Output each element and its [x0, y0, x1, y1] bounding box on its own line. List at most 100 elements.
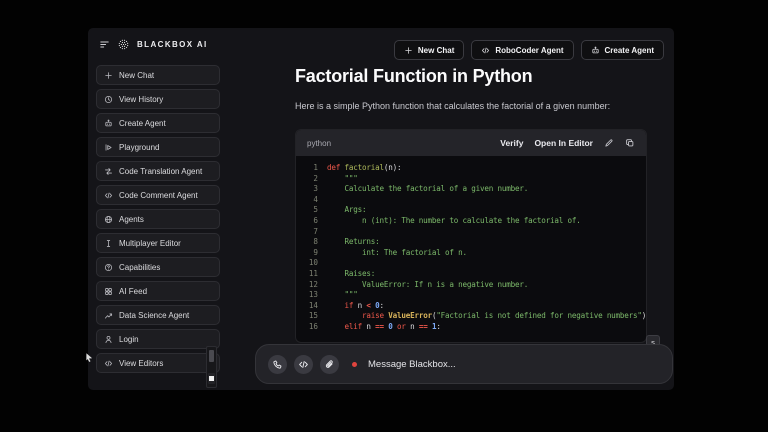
play-icon — [104, 143, 113, 152]
code-line: 11 Raises: — [296, 269, 646, 280]
message-placeholder: Message Blackbox... — [368, 359, 456, 370]
code-line: 4 — [296, 195, 646, 206]
code-line: 13 """ — [296, 290, 646, 301]
edit-icon[interactable] — [604, 138, 614, 148]
code-button[interactable] — [294, 355, 313, 374]
sidebar-item-label: Create Agent — [119, 119, 166, 128]
sidebar-item-label: Multiplayer Editor — [119, 239, 181, 248]
composer-buttons — [268, 355, 339, 374]
line-number: 8 — [296, 237, 327, 248]
sidebar-item-label: Agents — [119, 215, 144, 224]
code-line: 15 raise ValueError("Factorial is not de… — [296, 311, 646, 322]
mouse-cursor-icon — [84, 351, 95, 364]
paperclip-button[interactable] — [320, 355, 339, 374]
scrollbar-down-button[interactable] — [208, 373, 215, 384]
sidebar-item-create-agent[interactable]: Create Agent — [96, 113, 220, 133]
plus-icon — [404, 46, 413, 55]
sidebar-item-label: Capabilities — [119, 263, 160, 272]
screenshot-stage: BLACKBOX AI New Chat View History Create A… — [0, 0, 768, 432]
main-content: New Chat RoboCoder Agent Create Agent Fact… — [226, 28, 674, 390]
code-line: 1def factorial(n): — [296, 163, 646, 174]
sidebar-item-label: View History — [119, 95, 163, 104]
agent-icon — [591, 46, 600, 55]
line-number: 12 — [296, 280, 327, 291]
brand-name: BLACKBOX AI — [137, 40, 208, 49]
line-number: 10 — [296, 258, 327, 269]
line-number: 6 — [296, 216, 327, 227]
create-agent-button[interactable]: Create Agent — [581, 40, 665, 60]
copy-icon[interactable] — [625, 138, 635, 148]
code-block-header: python Verify Open In Editor — [296, 130, 646, 156]
ibeam-icon — [104, 239, 113, 248]
code-line: 3 Calculate the factorial of a given num… — [296, 184, 646, 195]
code-language-label: python — [307, 139, 331, 148]
topbar: New Chat RoboCoder Agent Create Agent — [394, 40, 664, 60]
sidebar-item-new-chat[interactable]: New Chat — [96, 65, 220, 85]
page-title: Factorial Function in Python — [295, 66, 532, 87]
sidebar-item-view-editors[interactable]: View Editors — [96, 353, 220, 373]
code-line: 12 ValueError: If n is a negative number… — [296, 280, 646, 291]
code-line: 8 Returns: — [296, 237, 646, 248]
code-body: 1def factorial(n):2 """3 Calculate the f… — [296, 156, 646, 342]
message-input[interactable]: Message Blackbox... — [255, 344, 673, 384]
sidebar-item-view-history[interactable]: View History — [96, 89, 220, 109]
code-line: 9 int: The factorial of n. — [296, 248, 646, 259]
code-icon — [298, 359, 309, 370]
sidebar-item-label: Data Science Agent — [119, 311, 189, 320]
app-window: BLACKBOX AI New Chat View History Create A… — [88, 28, 674, 390]
line-number: 3 — [296, 184, 327, 195]
sidebar: BLACKBOX AI New Chat View History Create A… — [88, 28, 226, 390]
topbar-button-label: Create Agent — [605, 46, 655, 55]
code-line: 6 n (int): The number to calculate the f… — [296, 216, 646, 227]
line-number: 15 — [296, 311, 327, 322]
line-number: 2 — [296, 174, 327, 185]
sidebar-item-multiplayer-editor[interactable]: Multiplayer Editor — [96, 233, 220, 253]
new-chat-button[interactable]: New Chat — [394, 40, 464, 60]
line-number: 13 — [296, 290, 327, 301]
sidebar-item-login[interactable]: Login — [96, 329, 220, 349]
paperclip-icon — [324, 359, 335, 370]
code-line: 10 — [296, 258, 646, 269]
topbar-button-label: RoboCoder Agent — [495, 46, 563, 55]
agent-icon — [104, 119, 113, 128]
code-line: 5 Args: — [296, 205, 646, 216]
scrollbar-thumb[interactable] — [209, 350, 214, 362]
line-number: 11 — [296, 269, 327, 280]
code-line: 14 if n < 0: — [296, 301, 646, 312]
phone-button[interactable] — [268, 355, 287, 374]
sidebar-scrollbar[interactable] — [206, 346, 217, 388]
logo-row: BLACKBOX AI — [99, 37, 208, 52]
sidebar-item-capabilities[interactable]: Capabilities — [96, 257, 220, 277]
globe-icon — [104, 215, 113, 224]
line-number: 4 — [296, 195, 327, 206]
verify-button[interactable]: Verify — [500, 138, 523, 148]
topbar-button-label: New Chat — [418, 46, 454, 55]
code-icon — [104, 191, 113, 200]
sidebar-item-code-translation-agent[interactable]: Code Translation Agent — [96, 161, 220, 181]
line-number: 16 — [296, 322, 327, 333]
blackbox-logo-icon — [116, 37, 131, 52]
chart-icon — [104, 311, 113, 320]
sidebar-nav: New Chat View History Create Agent Playgrou… — [96, 65, 220, 377]
sidebar-item-agents[interactable]: Agents — [96, 209, 220, 229]
sidebar-item-data-science-agent[interactable]: Data Science Agent — [96, 305, 220, 325]
line-number: 9 — [296, 248, 327, 259]
sidebar-item-label: New Chat — [119, 71, 154, 80]
sidebar-item-label: Code Translation Agent — [119, 167, 202, 176]
sidebar-item-playground[interactable]: Playground — [96, 137, 220, 157]
sidebar-item-ai-feed[interactable]: AI Feed — [96, 281, 220, 301]
line-number: 14 — [296, 301, 327, 312]
line-number: 1 — [296, 163, 327, 174]
person-icon — [104, 335, 113, 344]
code-icon — [104, 359, 113, 368]
sidebar-item-label: Playground — [119, 143, 159, 152]
sidebar-toggle-icon[interactable] — [99, 39, 110, 50]
code-line: 16 elif n == 0 or n == 1: — [296, 322, 646, 333]
translate-icon — [104, 167, 113, 176]
open-in-editor-button[interactable]: Open In Editor — [534, 138, 593, 148]
line-number: 5 — [296, 205, 327, 216]
question-icon — [104, 263, 113, 272]
plus-icon — [104, 71, 113, 80]
sidebar-item-code-comment-agent[interactable]: Code Comment Agent — [96, 185, 220, 205]
robocoder-agent-button[interactable]: RoboCoder Agent — [471, 40, 573, 60]
